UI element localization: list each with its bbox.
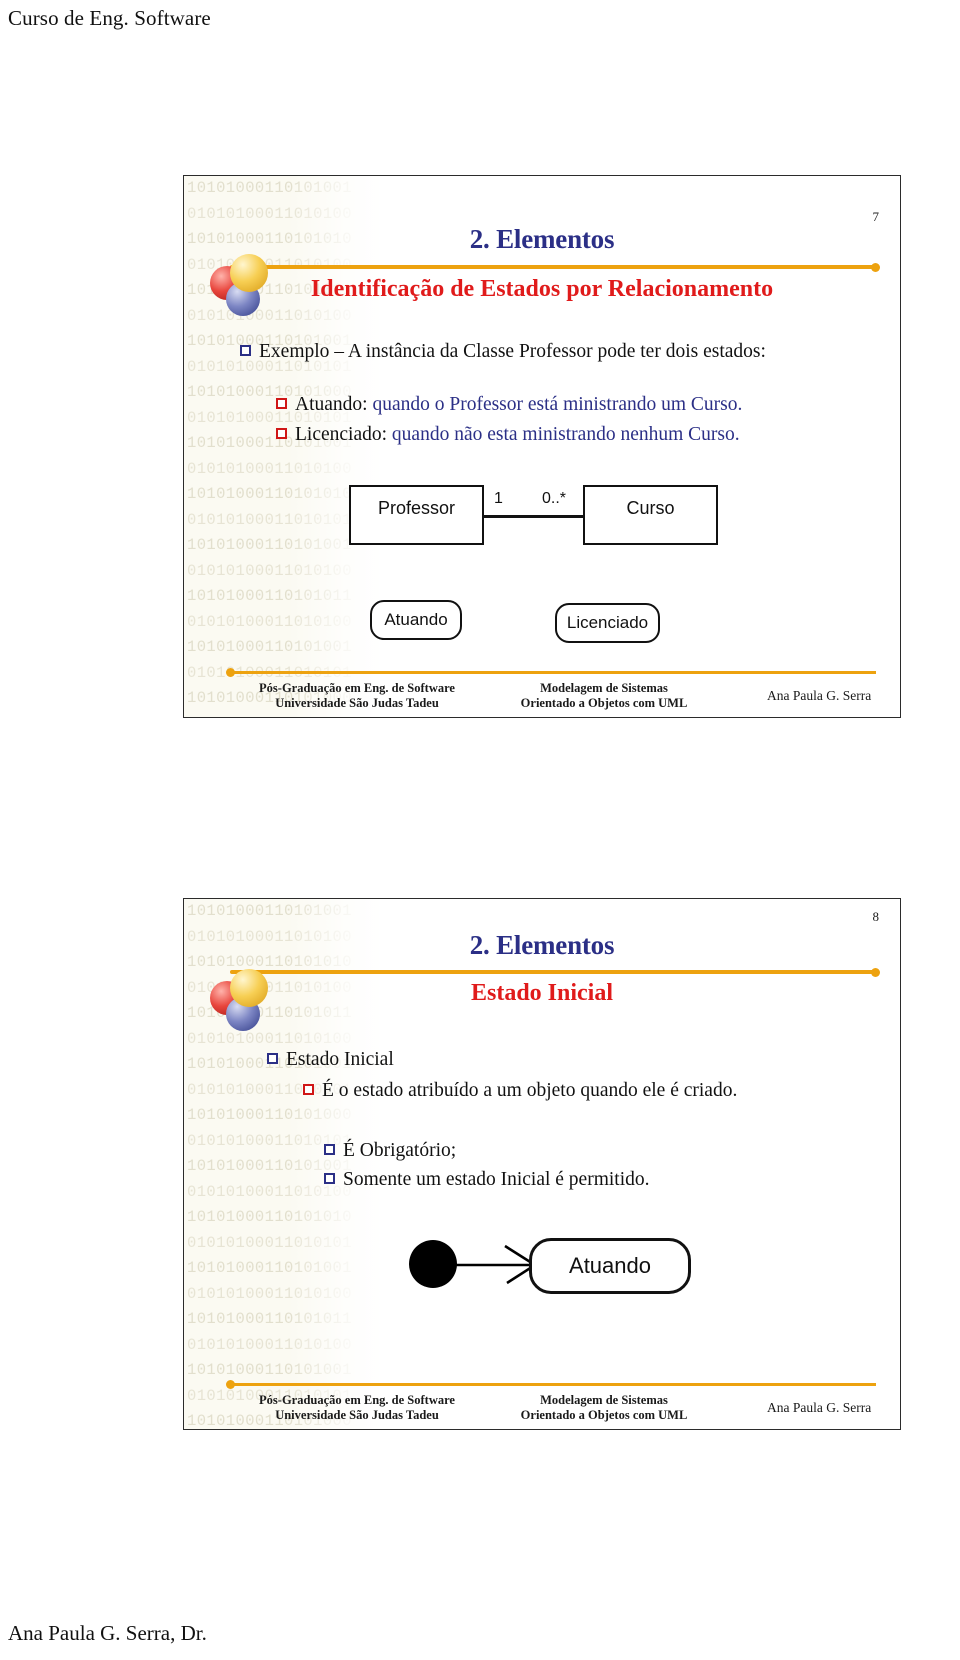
slide-number: 8 [872, 909, 880, 924]
bullet-text: Estado Inicial [286, 1049, 394, 1070]
slide-subtitle: Estado Inicial [470, 980, 614, 1006]
footer-left-line1: Pós-Graduação em Eng. de Software [259, 681, 455, 695]
bullet-text: Exemplo – A instância da Classe Professo… [259, 341, 766, 362]
uml-state-label: Atuando [384, 610, 448, 629]
uml-class-label: Curso [626, 497, 675, 518]
footer-left-block: Pós-Graduação em Eng. de Software Univer… [242, 1393, 472, 1423]
bullet-item: Atuando: quando o Professor está ministr… [276, 392, 876, 417]
footer-author: Ana Paula G. Serra [767, 1400, 872, 1415]
binary-watermark-row: 01010100011010100 [187, 459, 352, 478]
uml-state-label: Licenciado [566, 613, 649, 632]
bullet-text: É o estado atribuído a um objeto quando … [322, 1080, 738, 1101]
binary-watermark-row: 10101000110101001 [187, 179, 352, 197]
uml-multiplicity-target: 0..* [542, 490, 567, 507]
bullet-text: Somente um estado Inicial é permitido. [343, 1169, 650, 1190]
slide-7: 10101000110101001 01010100011010100 101010… [183, 175, 901, 718]
binary-watermark-row: 10101000110101001 [187, 902, 352, 920]
uml-state-atuando: Atuando [370, 600, 462, 640]
bullet-marker-blue-icon [240, 345, 251, 356]
bullet-item: Somente um estado Inicial é permitido. [324, 1167, 864, 1192]
binary-watermark-row: 10101000110101000 [187, 1106, 352, 1124]
bullet-item: Estado Inicial [267, 1047, 847, 1072]
page-footer-author: Ana Paula G. Serra, Dr. [8, 1621, 207, 1645]
binary-watermark-row: 10101000110101001 [187, 1361, 352, 1379]
binary-watermark-row: 01010100011010100 [187, 1284, 352, 1303]
slide-title: 2. Elementos [469, 224, 615, 254]
bullet-text: Licenciado: quando não esta ministrando … [295, 422, 740, 447]
uml-association-line [484, 515, 584, 518]
bullet-marker-red-icon [276, 428, 287, 439]
binary-watermark-row: 01010100011010100 [187, 561, 352, 580]
footer-center-line1: Modelagem de Sistemas [540, 1393, 668, 1407]
footer-divider-rule [226, 1380, 876, 1389]
bullet-rest: quando o Professor está ministrando um C… [367, 394, 743, 415]
uml-class-curso: Curso [583, 485, 718, 545]
bullet-marker-blue-icon [324, 1173, 335, 1184]
footer-center-block: Modelagem de Sistemas Orientado a Objeto… [484, 1393, 724, 1423]
uml-state-atuando: Atuando [529, 1238, 691, 1294]
footer-author: Ana Paula G. Serra [767, 688, 872, 703]
slide-title: 2. Elementos [469, 930, 615, 960]
binary-watermark-row: 01010100011010100 [187, 612, 352, 631]
footer-left-block: Pós-Graduação em Eng. de Software Univer… [242, 681, 472, 711]
footer-left-line2: Universidade São Judas Tadeu [275, 1408, 439, 1422]
uml-class-professor: Professor [349, 485, 484, 545]
binary-watermark-row: 10101000110101011 [187, 587, 352, 605]
bullet-rest: quando não esta ministrando nenhum Curso… [387, 424, 740, 445]
footer-divider-rule [226, 668, 876, 677]
uml-state-licenciado: Licenciado [555, 603, 660, 643]
footer-center-line2: Orientado a Objetos com UML [520, 1408, 688, 1422]
footer-center-line1: Modelagem de Sistemas [540, 681, 668, 695]
slide-subtitle: Identificação de Estados por Relacioname… [310, 276, 774, 302]
binary-watermark-row: 10101000110101001 [187, 1259, 352, 1277]
slide-8: 10101000110101001 01010100011010100 101010… [183, 898, 901, 1430]
bullet-item: É Obrigatório; [324, 1138, 864, 1163]
binary-watermark-row: 10101000110101001 [187, 638, 352, 656]
title-divider-rule [230, 262, 880, 272]
footer-center-line2: Orientado a Objetos com UML [520, 696, 688, 710]
bullet-lead: Licenciado: [295, 424, 388, 445]
bullet-marker-blue-icon [267, 1053, 278, 1064]
bullet-item: Exemplo – A instância da Classe Professo… [240, 339, 864, 364]
binary-watermark-row: 01010100011010101 [187, 1233, 352, 1252]
footer-center-block: Modelagem de Sistemas Orientado a Objeto… [484, 681, 724, 711]
binary-watermark-row: 01010100011010100 [184, 712, 384, 718]
bullet-marker-red-icon [276, 398, 287, 409]
footer-left-line1: Pós-Graduação em Eng. de Software [259, 1393, 455, 1407]
bullet-item: É o estado atribuído a um objeto quando … [303, 1078, 863, 1103]
bullet-text: Atuando: quando o Professor está ministr… [295, 392, 742, 417]
bullet-marker-blue-icon [324, 1144, 335, 1155]
bullet-text: É Obrigatório; [343, 1140, 457, 1161]
uml-initial-state-node [409, 1240, 457, 1288]
uml-multiplicity-source: 1 [494, 490, 503, 507]
uml-state-label: Atuando [569, 1253, 651, 1278]
slide-number: 7 [872, 209, 880, 224]
binary-watermark-row: 10101000110101011 [187, 1310, 352, 1328]
binary-watermark-row: 10101000110101010 [187, 1208, 352, 1226]
uml-class-label: Professor [377, 497, 456, 518]
bullet-marker-red-icon [303, 1084, 314, 1095]
bullet-lead: Atuando: [295, 394, 368, 415]
footer-left-line2: Universidade São Judas Tadeu [275, 696, 439, 710]
page-header-title: Curso de Eng. Software [8, 6, 211, 30]
title-divider-rule [230, 967, 880, 977]
binary-watermark-row: 01010100011010100 [187, 1335, 352, 1354]
bullet-item: Licenciado: quando não esta ministrando … [276, 422, 876, 447]
